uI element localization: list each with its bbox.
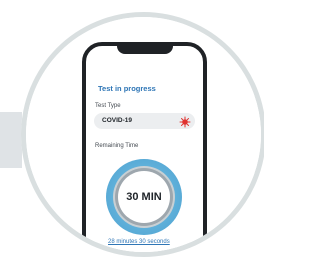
- decorative-block: [0, 112, 22, 168]
- remaining-time-label: Remaining Time: [95, 143, 139, 149]
- page-title: Test in progress: [98, 84, 156, 93]
- timer-face: 30 MIN: [118, 171, 170, 223]
- timer-value: 30 MIN: [126, 191, 162, 203]
- test-type-value: COVID-19: [102, 117, 132, 124]
- circle-viewport: Test in progress Test Type COVID-19 Rema…: [26, 17, 261, 252]
- phone-notch: [117, 45, 173, 54]
- countdown-link[interactable]: 28 minutes 30 seconds: [108, 239, 170, 245]
- illustration: Test in progress Test Type COVID-19 Rema…: [0, 0, 264, 269]
- test-type-label: Test Type: [95, 103, 121, 109]
- test-type-select[interactable]: COVID-19: [94, 113, 195, 129]
- phone-mockup: Test in progress Test Type COVID-19 Rema…: [82, 42, 207, 252]
- timer-ring: 30 MIN: [106, 159, 182, 235]
- virus-icon: [179, 115, 191, 128]
